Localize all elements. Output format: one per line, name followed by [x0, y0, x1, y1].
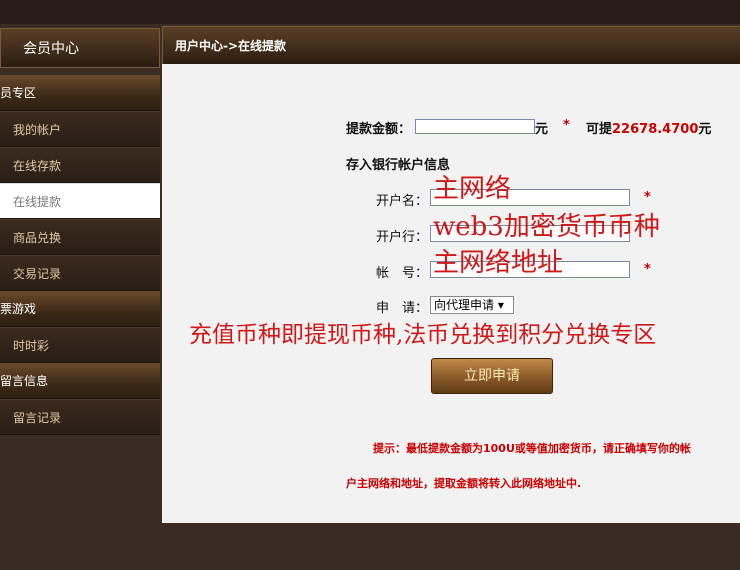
sidebar-category-messages[interactable]: 留言信息: [0, 363, 160, 399]
tip-line-1: 提示：最低提款金额为100U或等值加密货币，请正确填写你的帐: [373, 442, 691, 455]
bottom-strip: [162, 523, 740, 570]
account-required-star: *: [644, 262, 651, 277]
account-label: 帐 号：: [376, 266, 429, 281]
amount-input[interactable]: [415, 119, 535, 134]
sidebar-item-my-account[interactable]: 我的帐户: [0, 111, 160, 147]
bank-info-title: 存入银行帐户信息: [346, 158, 451, 173]
available-amount: 22678.4700: [612, 122, 699, 137]
available-balance: 可提22678.4700元: [586, 118, 711, 137]
submit-button[interactable]: 立即申请: [431, 358, 553, 394]
sidebar-item-message-records[interactable]: 留言记录: [0, 399, 160, 435]
sidebar-item-deposit[interactable]: 在线存款: [0, 147, 160, 183]
amount-label: 提款金额：: [346, 122, 412, 137]
currency-annotation: 充值币种即提现币种,法币兑换到积分兑换专区: [189, 322, 657, 348]
available-unit: 元: [698, 122, 712, 137]
sidebar: 会员中心 员专区 我的帐户 在线存款 在线提款 商品兑换 交易记录 票游戏 时时…: [0, 24, 162, 570]
sidebar-title: 会员中心: [0, 28, 160, 68]
bank-annotation: web3加密货币币种: [433, 212, 660, 242]
holder-required-star: *: [644, 190, 651, 205]
apply-select[interactable]: 向代理申请 ▾: [430, 296, 514, 314]
amount-unit: 元: [535, 122, 549, 137]
sidebar-item-ssc[interactable]: 时时彩: [0, 327, 160, 363]
sidebar-category-lottery[interactable]: 票游戏: [0, 291, 160, 327]
sidebar-category-member[interactable]: 员专区: [0, 75, 160, 111]
holder-annotation: 主网络: [433, 174, 512, 204]
top-strip: [0, 0, 740, 24]
available-prefix: 可提: [586, 122, 613, 137]
account-annotation: 主网络地址: [433, 248, 564, 278]
holder-label: 开户名：: [376, 194, 429, 209]
bank-label: 开户行：: [376, 230, 429, 245]
sidebar-item-exchange[interactable]: 商品兑换: [0, 219, 160, 255]
sidebar-item-withdraw[interactable]: 在线提款: [0, 183, 160, 219]
apply-label: 申 请：: [376, 301, 429, 316]
tip-line-2: 户主网络和地址，提取金额将转入此网络地址中.: [346, 477, 582, 490]
breadcrumb: 用户中心->在线提款: [162, 26, 740, 64]
amount-required-star: *: [563, 118, 570, 133]
sidebar-item-transactions[interactable]: 交易记录: [0, 255, 160, 291]
